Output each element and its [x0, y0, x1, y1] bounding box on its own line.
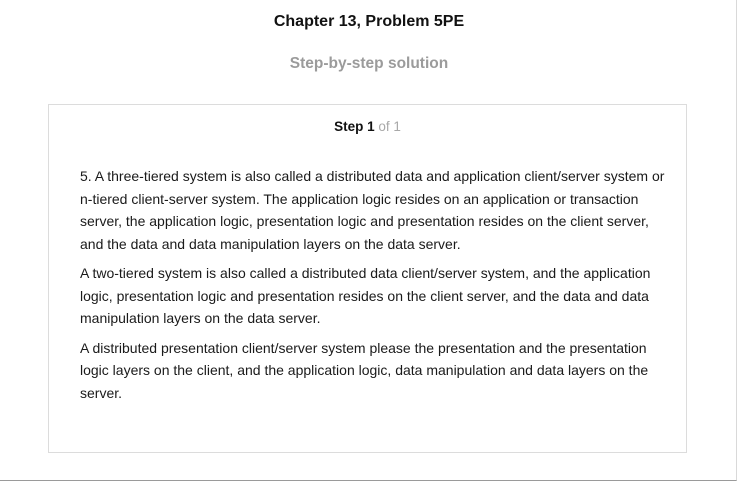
step-header: Step 1 of 1 [49, 118, 686, 136]
step-paragraph: A distributed presentation client/server… [80, 339, 649, 401]
chapter-title: Chapter 13, Problem 5PE [273, 13, 465, 30]
step-paragraph: 5. A three-tiered system is also called … [80, 168, 665, 252]
step-card: Step 1 of 1 5. A three-tiered system is … [48, 104, 687, 453]
solution-heading: Step-by-step solution [289, 55, 449, 72]
step-count: of 1 [378, 119, 401, 134]
step-body: 5. A three-tiered system is also called … [80, 165, 665, 411]
step-label: Step 1 [334, 119, 375, 134]
step-paragraph: A two-tiered system is also called a dis… [80, 265, 651, 326]
